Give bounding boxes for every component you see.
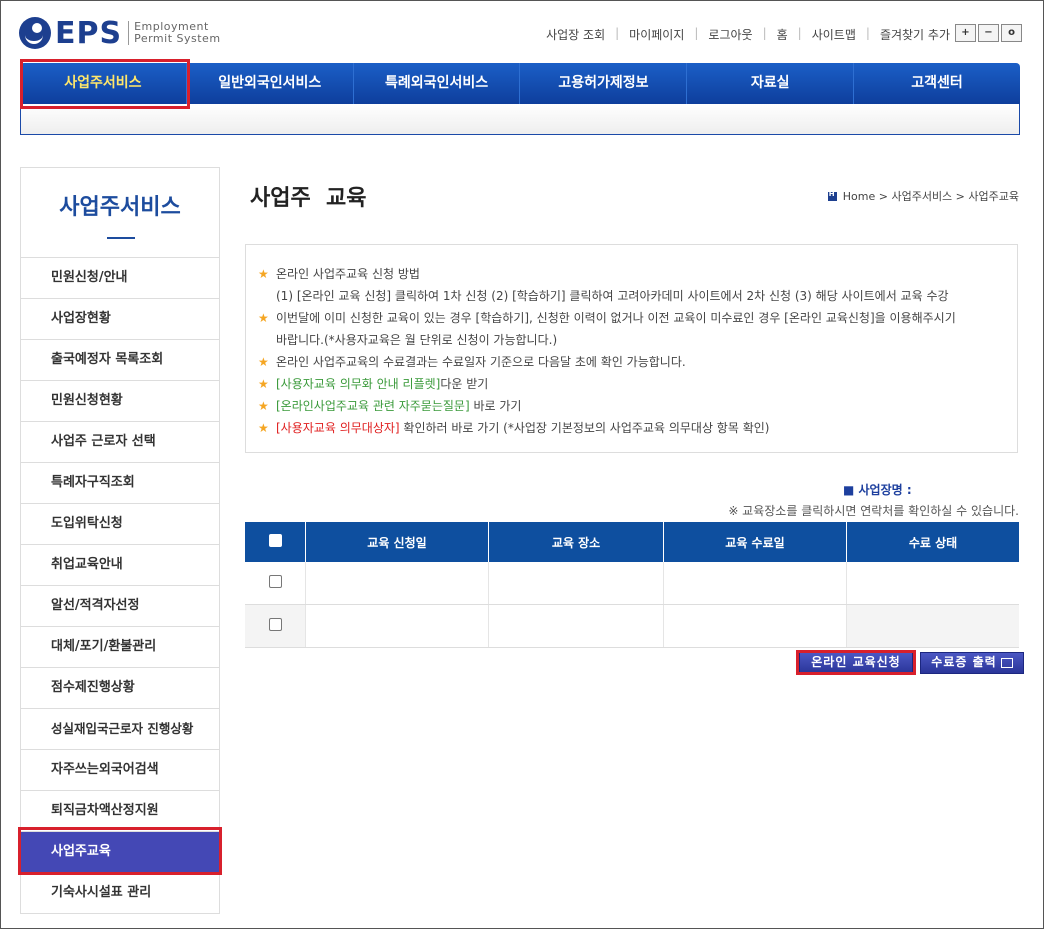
cell-apply-date [305,604,489,648]
nav-customer-center[interactable]: 고객센터 [854,63,1020,104]
sidebar-item-reentry[interactable]: 성실재입국근로자 진행상황 [21,709,219,750]
link-faq[interactable]: [온라인사업주교육 관련 자주묻는질문] [276,399,470,413]
sidebar-item-petition[interactable]: 민원신청/안내 [21,258,219,299]
sidebar-item-entrust[interactable]: 도입위탁신청 [21,504,219,545]
print-button-label: 수료증 출력 [931,655,997,669]
select-all-checkbox[interactable] [268,534,282,547]
col-apply-date: 교육 신청일 [305,522,489,562]
star-icon: ★ [258,421,269,435]
zoom-in-button[interactable]: + [955,24,976,42]
nav-special-foreigner[interactable]: 특례외국인서비스 [354,63,521,104]
cell-complete-date [663,562,847,605]
cell-status [846,562,1019,605]
cell-location[interactable] [488,562,664,605]
cell-complete-date [663,604,847,648]
star-icon: ★ [258,399,269,413]
cell-apply-date [305,562,489,605]
table-row [245,562,1019,605]
eps-logo[interactable]: EPS Employment Permit System [19,14,221,52]
logo-subtitle: Employment Permit System [128,21,220,45]
link-mypage[interactable]: 마이페이지 [629,26,684,43]
highlight-sidebar-edu [18,827,222,875]
star-icon: ★ [258,355,269,369]
row-checkbox[interactable] [268,575,282,588]
link-home[interactable]: 홈 [777,26,788,43]
link-logout[interactable]: 로그아웃 [708,26,752,43]
nav-resources[interactable]: 자료실 [687,63,855,104]
top-links: 사업장 조회 | 마이페이지 | 로그아웃 | 홈 | 사이트맵 | 즐겨찾기 추가 [546,26,950,43]
sidebar-item-replace-refund[interactable]: 대체/포기/환불관리 [21,627,219,668]
sidebar-item-severance[interactable]: 퇴직금차액산정지원 [21,791,219,832]
select-all-cell [245,522,306,562]
logo-text: EPS [55,15,123,51]
notice-line: 확인하러 바로 가기 (*사업장 기본정보의 사업주교육 의무대상 항목 확인) [399,421,770,435]
certificate-print-button[interactable]: 수료증 출력 [920,652,1024,674]
notice-line: 바랍니다.(*사용자교육은 월 단위로 신청이 가능합니다.) [276,333,558,347]
cell-location[interactable] [488,604,664,648]
nav-eps-info[interactable]: 고용허가제정보 [520,63,688,104]
sidebar-item-dormitory[interactable]: 기숙사시설표 관리 [21,873,219,913]
table-row [245,604,1019,648]
highlight-apply-button [796,650,916,675]
notice-line: 바로 가기 [469,399,522,413]
printer-icon [1000,657,1013,668]
cell-status [846,604,1019,648]
sidebar-item-petition-status[interactable]: 민원신청현황 [21,381,219,422]
col-status: 수료 상태 [846,522,1019,562]
education-table: 교육 신청일 교육 장소 교육 수료일 수료 상태 [245,522,1019,648]
star-icon: ★ [258,377,269,391]
sidebar-item-employment-edu[interactable]: 취업교육안내 [21,545,219,586]
sidebar: 사업주서비스 민원신청/안내 사업장현황 출국예정자 목록조회 민원신청현황 사… [20,167,220,914]
breadcrumb-text: Home > 사업주서비스 > 사업주교육 [842,190,1019,203]
zoom-reset-button[interactable]: o [1001,24,1022,42]
table-hint: ※ 교육장소를 클릭하시면 연락처를 확인하실 수 있습니다. [728,504,1019,518]
col-location: 교육 장소 [488,522,664,562]
nav-general-foreigner[interactable]: 일반외국인서비스 [187,63,354,104]
star-icon: ★ [258,311,269,325]
notice-line: 온라인 사업주교육의 수료결과는 수료일자 기준으로 다음달 초에 확인 가능합… [276,355,686,369]
breadcrumb: Home > 사업주서비스 > 사업주교육 [827,188,1019,204]
zoom-out-button[interactable]: − [978,24,999,42]
sidebar-item-workplace-status[interactable]: 사업장현황 [21,299,219,340]
link-edu-target[interactable]: [사용자교육 의무대상자] [276,421,400,435]
link-sitemap[interactable]: 사이트맵 [812,26,856,43]
notice-box: ★ 온라인 사업주교육 신청 방법 (1) [온라인 교육 신청] 클릭하여 1차… [245,244,1018,453]
sidebar-item-worker-select[interactable]: 사업주 근로자 선택 [21,422,219,463]
home-icon [827,190,837,201]
col-complete-date: 교육 수료일 [663,522,847,562]
eps-logo-icon [19,17,51,49]
sidebar-item-language[interactable]: 자주쓰는외국어검색 [21,750,219,791]
link-add-favorite[interactable]: 즐겨찾기 추가 [880,26,950,43]
link-leaflet-download[interactable]: [사용자교육 의무화 안내 리플렛] [276,377,440,391]
sidebar-item-departure-list[interactable]: 출국예정자 목록조회 [21,340,219,381]
page-title: 사업주 교육 [250,186,367,211]
zoom-controls: + − o [955,24,1022,42]
table-header-row: 교육 신청일 교육 장소 교육 수료일 수료 상태 [245,522,1019,562]
notice-line: (1) [온라인 교육 신청] 클릭하여 1차 신청 (2) [학습하기] 클릭… [276,289,949,303]
sidebar-item-special-job-search[interactable]: 특례자구직조회 [21,463,219,504]
sidebar-title: 사업주서비스 [21,168,219,258]
notice-line: 이번달에 이미 신청한 교육이 있는 경우 [학습하기], 신청한 이력이 없거… [276,311,956,325]
notice-line: 다운 받기 [440,377,489,391]
highlight-nav-employer [20,59,190,109]
sidebar-item-placement[interactable]: 알선/적격자선정 [21,586,219,627]
business-name-label: ■ 사업장명 : [843,483,912,497]
sidebar-item-points[interactable]: 점수제진행상황 [21,668,219,709]
star-icon: ★ [258,267,269,281]
logo-sub-line2: Permit System [134,32,221,45]
link-workplace-search[interactable]: 사업장 조회 [546,26,605,43]
row-checkbox[interactable] [268,618,282,631]
notice-line: 온라인 사업주교육 신청 방법 [276,267,420,281]
